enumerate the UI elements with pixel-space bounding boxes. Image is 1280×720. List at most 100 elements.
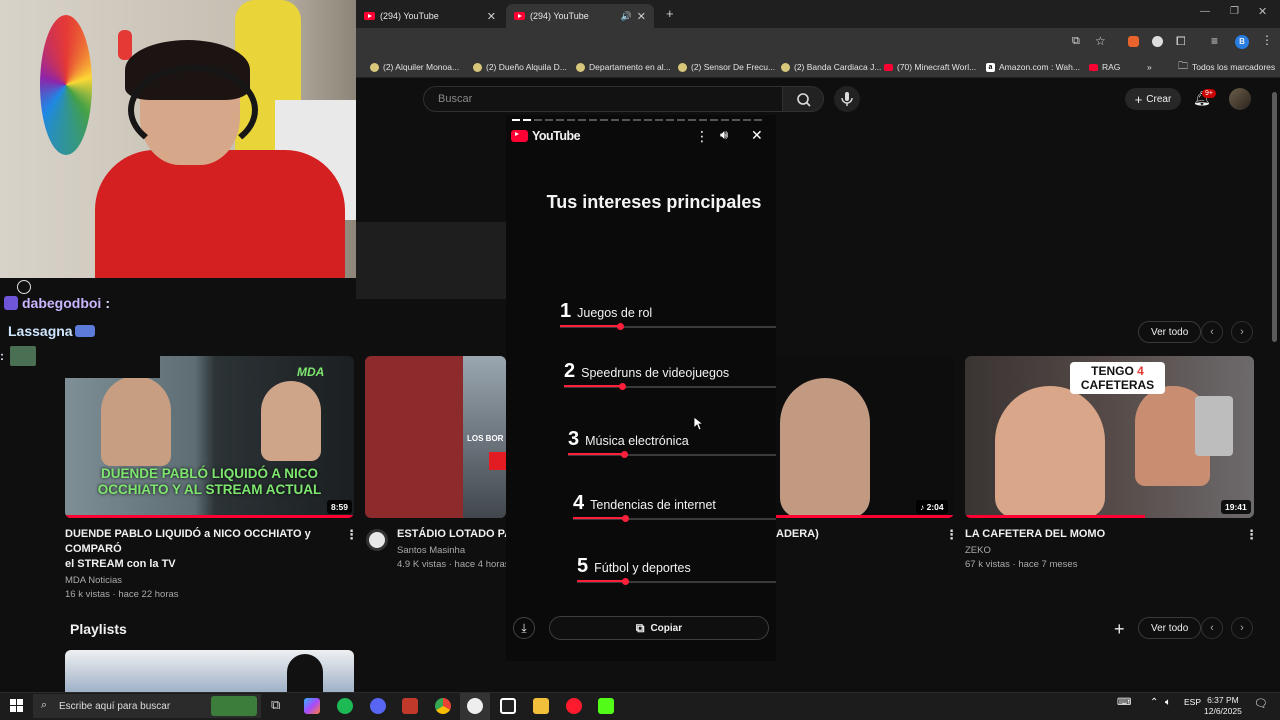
channel-name[interactable]: MDA Noticias (65, 574, 340, 588)
video-thumbnail[interactable]: MDA DUENDE PABLÓ LIQUIDÓ A NICO OCCHIATO… (65, 356, 354, 518)
language-indicator[interactable]: ESP (1184, 697, 1201, 707)
story-segment (534, 119, 542, 121)
interest-item: 4 Tendencias de internet (573, 492, 776, 522)
speaker-icon[interactable]: 🔈︎ (1165, 697, 1171, 708)
cast-icon[interactable]: ⧉ (1072, 35, 1080, 48)
mouse-cursor-icon (694, 417, 704, 431)
video-thumbnail[interactable]: LOS BOR (365, 356, 506, 518)
bookmark-item[interactable]: (70) Minecraft Worl... (884, 59, 976, 75)
story-segment (677, 119, 685, 121)
bookmark-item[interactable]: RAG (1089, 59, 1120, 75)
bookmark-item[interactable]: a Amazon.com : Wah... (986, 59, 1080, 75)
spotify-icon[interactable] (337, 698, 353, 714)
kick-icon[interactable] (598, 698, 614, 714)
chrome-icon[interactable] (435, 698, 451, 714)
tab-youtube-2[interactable]: (294) YouTube 🔊 ✕ (506, 4, 654, 28)
copy-button[interactable]: ⧉ Copiar (549, 616, 769, 640)
bookmark-item[interactable]: (2) Dueño Alquila D... (473, 59, 567, 75)
channel-avatar[interactable] (366, 529, 388, 551)
media-control-icon[interactable]: ≡ (1211, 34, 1218, 48)
story-segment (710, 119, 718, 121)
interest-label: Música electrónica (585, 434, 689, 448)
obs-icon[interactable] (467, 698, 483, 714)
new-tab-icon[interactable]: + (666, 6, 674, 21)
bookmark-star-icon[interactable]: ☆ (1095, 34, 1106, 48)
close-tab-icon[interactable]: ✕ (487, 10, 496, 23)
close-tab-icon[interactable]: ✕ (637, 10, 646, 23)
video-title[interactable]: ESTÁDIO LOTADO PAR (397, 527, 506, 542)
close-icon[interactable]: ✕ (751, 127, 763, 144)
story-segment (655, 119, 663, 121)
copilot-icon[interactable] (304, 698, 320, 714)
tab-title: (294) YouTube (380, 11, 439, 21)
interest-label: Tendencias de internet (590, 498, 716, 512)
story-segment (523, 119, 531, 121)
minimize-icon[interactable]: — (1200, 6, 1210, 17)
bookmark-item[interactable]: (2) Banda Cardiaca J... (781, 59, 881, 75)
mic-icon (841, 92, 853, 106)
next-arrow-icon[interactable]: › (1231, 321, 1253, 343)
video-thumbnail[interactable]: ♪ 2:04 (776, 356, 954, 518)
taskbar-search-input[interactable]: ⌕ Escribe aquí para buscar (33, 694, 261, 718)
discord-icon[interactable] (370, 698, 386, 714)
profile-avatar[interactable]: B (1235, 35, 1249, 49)
prize-wheel (40, 15, 92, 155)
chat-username: Lassagna (8, 323, 73, 339)
create-button[interactable]: + Crear (1125, 88, 1181, 110)
video-title[interactable]: DUENDE PABLO LIQUIDÓ a NICO OCCHIATO y C… (65, 527, 340, 572)
keyboard-icon[interactable]: ⌨ (1117, 697, 1131, 708)
interest-progress (568, 453, 624, 455)
prev-arrow-icon[interactable]: ‹ (1201, 321, 1223, 343)
volume-icon[interactable]: 🔊︎ (720, 127, 728, 143)
extension-icon[interactable] (1128, 36, 1139, 47)
tray-expand-icon[interactable]: ⌃ (1150, 697, 1158, 708)
bookmark-item[interactable]: Departamento en al... (576, 59, 671, 75)
thumbnail-caption: DUENDE PABLÓ LIQUIDÓ A NICO OCCHIATO Y A… (97, 466, 322, 497)
search-input[interactable]: Buscar (423, 86, 783, 112)
next-arrow-icon[interactable]: › (1231, 617, 1253, 639)
bookmark-item[interactable]: (2) Sensor De Frecu... (678, 59, 775, 75)
tab-youtube-1[interactable]: (294) YouTube ✕ (356, 4, 504, 28)
extension-icon[interactable] (1152, 36, 1163, 47)
prev-arrow-icon[interactable]: ‹ (1201, 617, 1223, 639)
interest-item: 2 Speedruns de videojuegos (564, 360, 776, 390)
channel-name[interactable]: ZEKO (965, 544, 1235, 558)
more-options-icon[interactable]: ⋮ (345, 527, 358, 543)
task-view-icon[interactable]: ⧉ (271, 697, 280, 713)
voice-search-button[interactable] (834, 86, 860, 112)
video-thumbnail[interactable]: TENGO 4 CAFETERAS 19:41 (965, 356, 1254, 518)
notification-center-icon[interactable]: 🗨︎ (1254, 697, 1268, 710)
all-bookmarks-button[interactable]: 🗀 Todos los marcadores (1178, 59, 1275, 75)
search-button[interactable] (782, 86, 824, 112)
video-title[interactable]: ADERA) (776, 527, 819, 542)
channel-name[interactable]: Santos Masinha (397, 544, 506, 558)
more-options-icon[interactable]: ⋮ (945, 527, 958, 543)
interest-knob (621, 451, 628, 458)
opera-icon[interactable] (566, 698, 582, 714)
view-all-button[interactable]: Ver todo (1138, 617, 1202, 639)
file-explorer-icon[interactable] (533, 698, 549, 714)
capcut-icon[interactable] (500, 698, 516, 714)
interest-item: 1 Juegos de rol (560, 300, 776, 330)
page-scrollbar[interactable] (1272, 92, 1277, 342)
more-options-icon[interactable]: ⋮ (1245, 527, 1258, 543)
video-title[interactable]: LA CAFETERA DEL MOMO (965, 527, 1235, 542)
menu-dots-icon[interactable]: ⋮ (1261, 33, 1273, 47)
clock[interactable]: 6:37 PM 12/6/2025 (1204, 695, 1242, 717)
page-title: Tus intereses principales (546, 192, 762, 212)
more-options-icon[interactable]: ⋮ (695, 128, 709, 145)
maximize-icon[interactable]: ❐ (1230, 6, 1239, 17)
close-window-icon[interactable]: ✕ (1258, 5, 1267, 18)
speaker-icon[interactable]: 🔊 (621, 11, 632, 22)
puzzle-icon[interactable]: ⧠ (1176, 34, 1186, 49)
windows-start-icon[interactable] (10, 699, 24, 718)
bookmarks-overflow-button[interactable]: » (1147, 59, 1152, 75)
avatar[interactable] (1229, 88, 1251, 110)
download-icon[interactable]: ⤓ (513, 617, 535, 639)
playlist-thumbnail[interactable] (65, 650, 354, 692)
add-playlist-icon[interactable]: + (1114, 619, 1125, 640)
view-all-button[interactable]: Ver todo (1138, 321, 1202, 343)
app-icon[interactable] (402, 698, 418, 714)
tab-title: (294) YouTube (530, 11, 589, 21)
bookmark-item[interactable]: (2) Alquiler Monoa... (370, 59, 459, 75)
